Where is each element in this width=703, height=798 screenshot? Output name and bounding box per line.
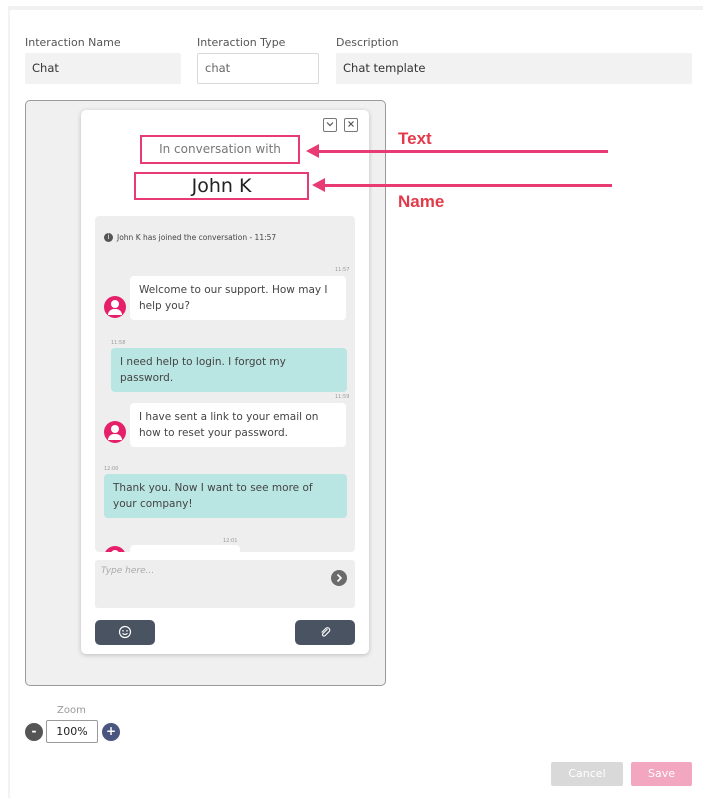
chevron-down-icon[interactable] (323, 118, 337, 132)
joined-notice: i John K has joined the conversation - 1… (104, 233, 276, 242)
agent-avatar (104, 421, 126, 443)
zoom-value[interactable]: 100% (46, 720, 98, 743)
chat-transcript[interactable]: i John K has joined the conversation - 1… (95, 216, 355, 552)
zoom-label: Zoom (57, 705, 86, 716)
save-button[interactable]: Save (631, 762, 692, 786)
name-annotation-label: Name (398, 192, 445, 211)
zoom-out-button[interactable]: - (25, 723, 43, 741)
agent-avatar (104, 296, 126, 318)
message-time: 12:01 (223, 538, 238, 544)
message-input-placeholder: Type here... (101, 566, 155, 576)
left-border (8, 10, 10, 798)
message-time: 11:59 (335, 394, 350, 400)
interaction-type-input[interactable]: chat (197, 53, 319, 84)
user-message: Thank you. Now I want to see more of you… (104, 474, 347, 518)
interaction-type-label: Interaction Type (197, 36, 286, 49)
description-input[interactable]: Chat template (336, 53, 692, 84)
emoji-button[interactable] (95, 620, 155, 645)
agent-message: Welcome to our support. How may I help y… (130, 276, 346, 320)
interaction-name-label: Interaction Name (25, 36, 121, 49)
text-annotation-label: Text (398, 129, 432, 148)
smiley-icon (118, 625, 132, 639)
description-label: Description (336, 36, 399, 49)
name-annotation-box (134, 172, 309, 200)
message-time: 12:00 (104, 466, 119, 472)
cancel-button[interactable]: Cancel (551, 762, 623, 786)
joined-text: John K has joined the conversation - 11:… (117, 233, 277, 242)
agent-message: I have sent a link to your email on how … (130, 403, 346, 447)
message-input[interactable]: Type here... (95, 560, 355, 608)
agent-avatar (104, 546, 126, 552)
zoom-in-button[interactable]: + (102, 723, 120, 741)
top-border (8, 6, 703, 10)
close-icon[interactable] (344, 118, 358, 132)
message-time: 11:57 (335, 267, 350, 273)
attach-button[interactable] (295, 620, 355, 645)
text-arrow-line (316, 150, 608, 153)
name-arrow-line (322, 184, 612, 187)
text-annotation-box (140, 135, 300, 164)
interaction-name-input[interactable]: Chat (25, 53, 181, 84)
agent-message (130, 545, 240, 552)
info-icon: i (104, 233, 113, 242)
user-message: I need help to login. I forgot my passwo… (111, 348, 347, 392)
message-time: 11:58 (111, 340, 126, 346)
arrow-right-icon[interactable] (331, 570, 347, 586)
paperclip-icon (321, 627, 331, 637)
